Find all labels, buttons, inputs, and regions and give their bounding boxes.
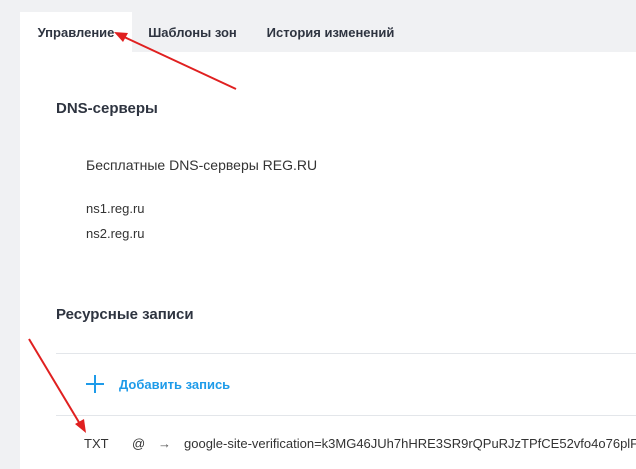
resource-records-heading: Ресурсные записи [56,306,194,323]
tab-bar: Управление Шаблоны зон История изменений [20,12,408,52]
nameserver-1: ns1.reg.ru [86,201,145,216]
arrow-right-icon: → [158,436,171,451]
tab-change-history-label: История изменений [266,24,395,40]
record-row[interactable]: TXT @ → google-site-verification=k3MG46J… [84,436,636,451]
dns-provider-label: Бесплатные DNS-серверы REG.RU [86,157,318,173]
record-value: google-site-verification=k3MG46JUh7hHRE3… [184,436,636,451]
plus-icon [86,375,104,393]
nameserver-2: ns2.reg.ru [86,226,145,241]
tab-zone-templates-label: Шаблоны зон [148,24,237,40]
dns-servers-heading: DNS-серверы [56,100,158,117]
divider [56,353,636,354]
tab-management-label: Управление [37,24,115,40]
add-record-label: Добавить запись [119,376,231,392]
add-record-button[interactable]: Добавить запись [86,372,230,396]
management-panel: DNS-серверы Бесплатные DNS-серверы REG.R… [20,52,636,469]
tab-zone-templates[interactable]: Шаблоны зон [132,12,253,52]
divider [56,415,636,416]
tab-change-history[interactable]: История изменений [253,12,408,52]
record-type: TXT [84,436,109,451]
tab-management[interactable]: Управление [20,12,132,52]
record-host: @ [132,436,146,451]
